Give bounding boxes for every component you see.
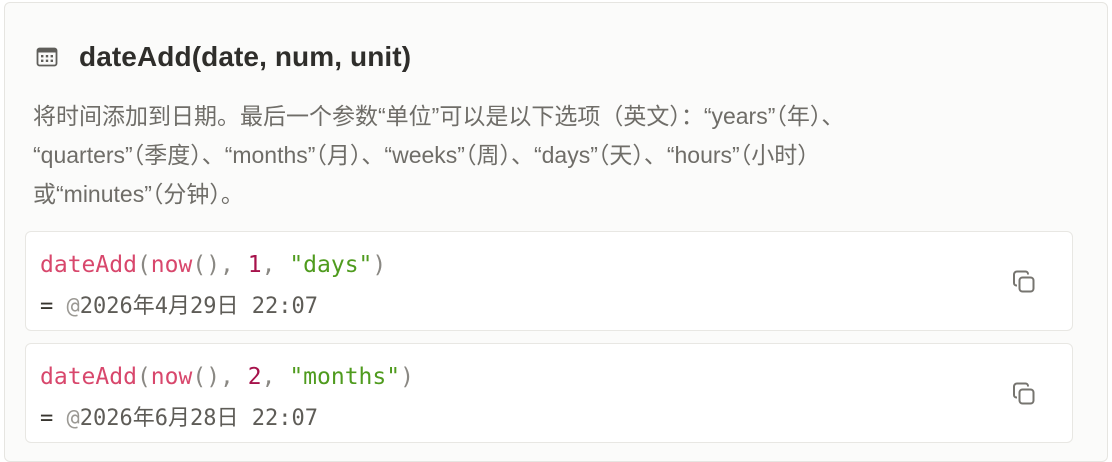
example-result: = @2026年6月28日 22:07: [40, 400, 318, 432]
copy-icon: [1013, 382, 1035, 405]
calendar-icon: [35, 45, 59, 69]
formula-separator: ,: [220, 364, 248, 390]
formula-paren: ): [372, 252, 387, 278]
example-code-block: dateAdd(now(), 2, "months") = @2026年6月28…: [25, 343, 1073, 443]
result-value: 2026年4月29日 22:07: [79, 294, 318, 319]
formula-function: dateAdd: [40, 252, 137, 278]
copy-button[interactable]: [1010, 268, 1038, 296]
copy-icon: [1013, 270, 1035, 293]
function-header: dateAdd(date, num, unit): [35, 37, 411, 77]
example-code-block: dateAdd(now(), 1, "days") = @2026年4月29日 …: [25, 231, 1073, 331]
example-formula: dateAdd(now(), 2, "months"): [40, 364, 414, 390]
result-equals: =: [40, 294, 67, 319]
formula-paren: (): [192, 364, 221, 390]
formula-separator: ,: [261, 364, 290, 390]
function-title: dateAdd(date, num, unit): [79, 41, 412, 72]
result-equals: =: [40, 406, 67, 431]
formula-function: dateAdd: [40, 364, 137, 390]
example-result: = @2026年4月29日 22:07: [40, 288, 318, 320]
formula-unit-string: "days": [289, 252, 373, 278]
result-at: @: [66, 294, 80, 319]
formula-inner-function: now: [150, 364, 193, 390]
formula-inner-function: now: [150, 252, 193, 278]
copy-button[interactable]: [1010, 380, 1038, 408]
formula-paren: (: [136, 252, 151, 278]
formula-number: 2: [247, 364, 262, 390]
formula-paren: (): [192, 252, 221, 278]
description-line: 或“minutes”（分钟）。: [33, 181, 244, 207]
description-line: “quarters”（季度）、“months”（月）、“weeks”（周）、“d…: [33, 142, 821, 168]
result-value: 2026年6月28日 22:07: [79, 406, 318, 431]
function-description: 将时间添加到日期。最后一个参数“单位”可以是以下选项（英文）：“years”（年…: [33, 97, 1083, 214]
formula-help-panel: dateAdd(date, num, unit) 将时间添加到日期。最后一个参数…: [4, 2, 1108, 462]
formula-separator: ,: [261, 252, 290, 278]
formula-separator: ,: [220, 252, 248, 278]
result-at: @: [66, 406, 80, 431]
formula-number: 1: [247, 252, 262, 278]
formula-unit-string: "months": [289, 364, 401, 390]
formula-paren: (: [136, 364, 151, 390]
description-line: 将时间添加到日期。最后一个参数“单位”可以是以下选项（英文）：“years”（年…: [33, 103, 845, 129]
formula-paren: ): [400, 364, 414, 390]
example-formula: dateAdd(now(), 1, "days"): [40, 252, 386, 278]
